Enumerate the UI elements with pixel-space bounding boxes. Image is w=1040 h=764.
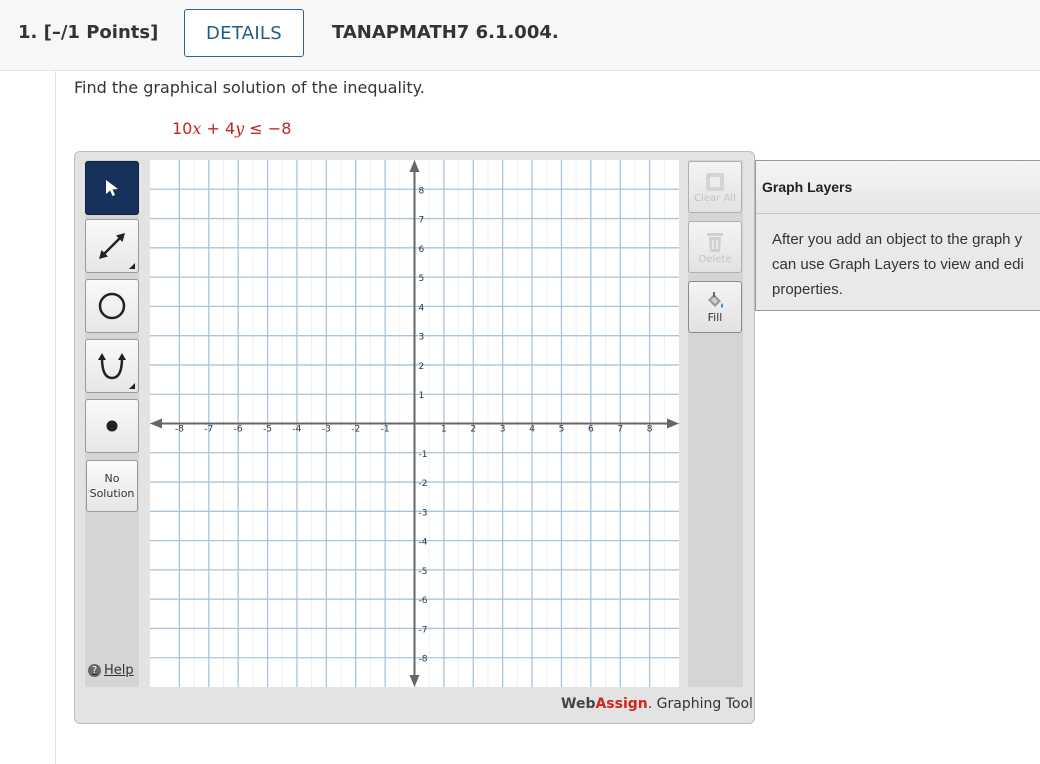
y-tick-label: 4 [419, 303, 425, 313]
brand-assign: Assign [595, 696, 648, 712]
inequality-coef-x: 10 [172, 119, 193, 138]
x-tick-label: -8 [175, 425, 184, 435]
delete-label: Delete [698, 253, 732, 265]
y-tick-label: 6 [419, 245, 425, 255]
pointer-tool-button[interactable] [85, 161, 139, 215]
x-tick-label: 2 [470, 425, 476, 435]
y-tick-label: -2 [419, 479, 428, 489]
y-tick-label: 1 [419, 391, 425, 401]
paint-bucket-icon [708, 291, 723, 308]
no-solution-line1: No [104, 472, 120, 485]
question-circle-icon: ? [88, 664, 101, 677]
circle-icon [98, 292, 126, 320]
delete-button[interactable]: Delete [688, 221, 742, 273]
y-tick-label: 2 [419, 362, 425, 372]
clear-all-button[interactable]: Clear All [688, 161, 742, 213]
webassign-branding: WebAssign. Graphing Tool [561, 696, 753, 712]
y-tick-label: -6 [419, 596, 428, 606]
point-icon [106, 420, 118, 432]
y-tick-label: -7 [419, 625, 428, 635]
graph-layers-line3: properties. [772, 281, 843, 298]
arrow-pointer-icon [106, 180, 118, 196]
x-tick-label: 1 [441, 425, 447, 435]
parabola-tool-button[interactable] [85, 339, 139, 393]
y-tick-label: 7 [419, 216, 425, 226]
point-tool-button[interactable] [85, 399, 139, 453]
help-link[interactable]: ? Help [88, 663, 134, 678]
parabola-icon [98, 353, 126, 380]
x-tick-label: 6 [588, 425, 594, 435]
no-solution-button[interactable]: No Solution [86, 460, 138, 512]
y-tick-label: 8 [419, 186, 425, 196]
x-tick-label: 5 [559, 425, 565, 435]
submenu-corner-icon [129, 263, 135, 269]
graph-layers-panel[interactable]: Graph Layers After you add an object to … [755, 160, 1040, 311]
details-button[interactable]: DETAILS [184, 9, 304, 57]
y-tick-label: -8 [419, 655, 428, 665]
x-tick-label: -6 [234, 425, 243, 435]
graph-layers-description: After you add an object to the graph y c… [772, 227, 1040, 302]
y-tick-label: -1 [419, 450, 428, 460]
question-header: 1. [–/1 Points] DETAILS TANAPMATH7 6.1.0… [0, 0, 1040, 71]
x-tick-label: 4 [529, 425, 535, 435]
y-tick-label: 3 [419, 333, 425, 343]
y-tick-label: -4 [419, 538, 428, 548]
clear-all-label: Clear All [694, 192, 736, 204]
question-number: 1. [–/1 Points] [18, 22, 159, 43]
inequality-var-y: y [235, 119, 245, 138]
y-tick-label: -3 [419, 508, 428, 518]
submenu-corner-icon [129, 383, 135, 389]
y-tick-label: -5 [419, 567, 428, 577]
x-tick-label: 7 [617, 425, 623, 435]
no-solution-line2: Solution [89, 487, 135, 500]
question-code: TANAPMATH7 6.1.004. [332, 22, 559, 43]
inequality-plus: + 4 [201, 119, 236, 138]
graph-layers-line1: After you add an object to the graph y [772, 231, 1023, 248]
fill-button[interactable]: Fill [688, 281, 742, 333]
inequality: 10x + 4y ≤ −8 [172, 119, 291, 138]
graph-layers-line2: can use Graph Layers to view and edi [772, 256, 1024, 273]
help-label: Help [104, 663, 134, 678]
graph-layers-title: Graph Layers [762, 179, 853, 195]
x-tick-label: 3 [500, 425, 506, 435]
question-prompt: Find the graphical solution of the inequ… [74, 78, 425, 97]
trash-icon [707, 232, 723, 252]
x-tick-label: -2 [351, 425, 360, 435]
inequality-relation: ≤ −8 [244, 119, 292, 138]
x-tick-label: -1 [381, 425, 390, 435]
graph-layers-header[interactable]: Graph Layers [756, 161, 1040, 214]
x-tick-label: -7 [204, 425, 213, 435]
x-tick-label: -4 [292, 425, 301, 435]
coordinate-grid[interactable]: -8 -7 -6 -5 -4 -3 -2 -1 1 2 3 4 5 6 7 8 8 7 6 5 4 3 2 1 -1 -2 -3 -4… [150, 160, 679, 687]
y-tick-label: 5 [419, 274, 425, 284]
x-tick-label: -3 [322, 425, 331, 435]
x-tick-label: -5 [263, 425, 272, 435]
brand-web: Web [561, 696, 596, 712]
clear-all-icon [706, 172, 724, 191]
circle-tool-button[interactable] [85, 279, 139, 333]
line-tool-button[interactable] [85, 219, 139, 273]
fill-label: Fill [707, 310, 723, 324]
x-tick-label: 8 [647, 425, 653, 435]
brand-suffix: . Graphing Tool [647, 696, 753, 712]
double-arrow-line-icon [99, 233, 125, 259]
left-divider [55, 71, 56, 764]
